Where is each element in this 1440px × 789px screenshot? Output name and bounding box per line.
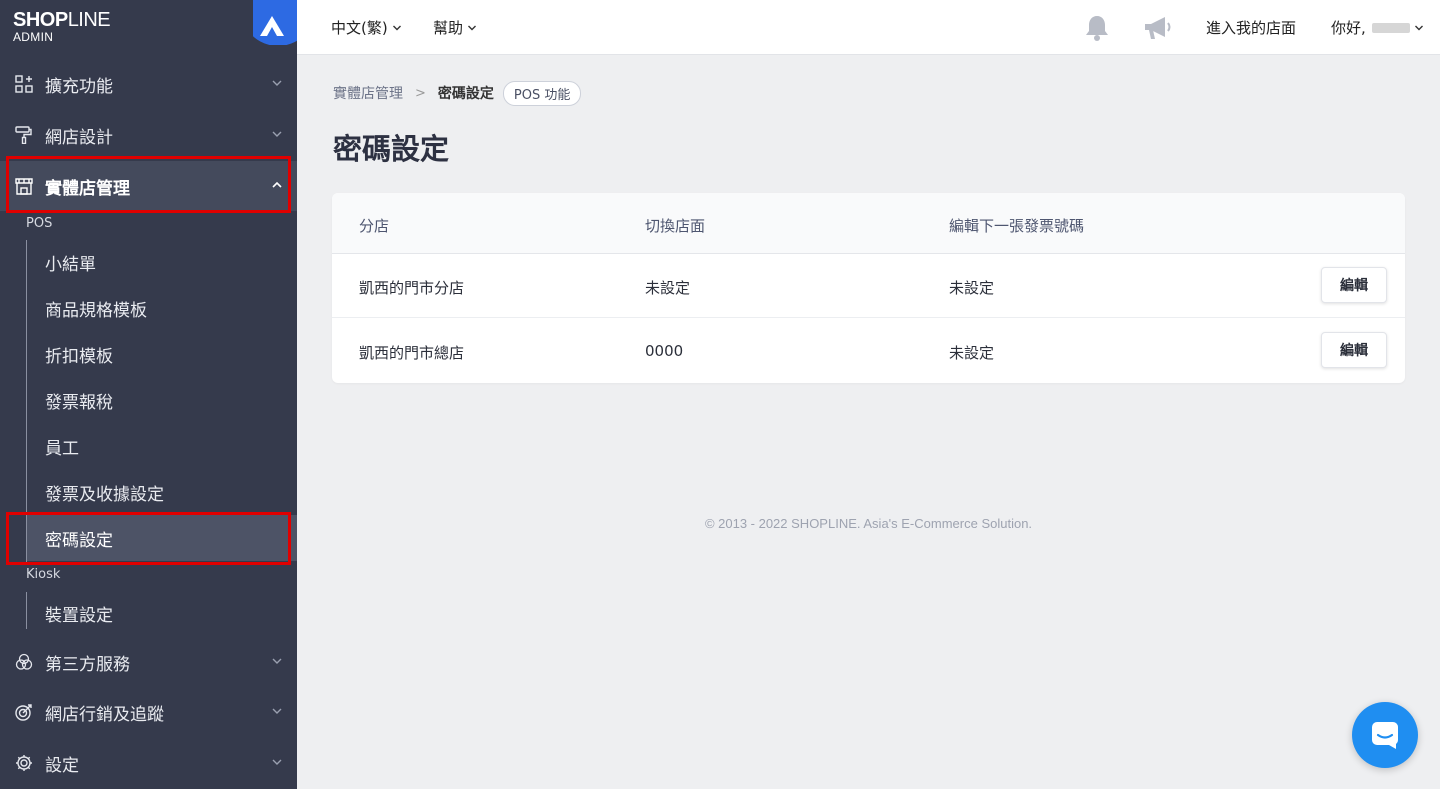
sidebar-subitem-staff[interactable]: 員工 xyxy=(27,423,297,469)
cell-next-invoice: 未設定 xyxy=(949,344,995,362)
page-title: 密碼設定 xyxy=(333,132,450,166)
sidebar-item-retail-store[interactable]: 實體店管理 xyxy=(0,161,297,211)
column-header-branch: 分店 xyxy=(359,217,390,235)
brand-logo[interactable]: SHOPLINE ADMIN xyxy=(13,9,111,44)
sidebar-item-marketing-tracking[interactable]: 網店行銷及追蹤 xyxy=(0,687,297,737)
chevron-down-icon xyxy=(272,759,282,765)
cell-branch: 凱西的門市分店 xyxy=(359,279,465,297)
cell-next-invoice: 未設定 xyxy=(949,279,995,297)
greeting-label: 你好, xyxy=(1331,19,1366,37)
sidebar-item-label: 擴充功能 xyxy=(45,76,113,97)
table-row: 凱西的門市總店 0000 未設定 編輯 xyxy=(332,319,1405,383)
edit-button[interactable]: 編輯 xyxy=(1321,332,1387,368)
sidebar-item-label: 第三方服務 xyxy=(45,654,130,675)
branch-table: 分店 切換店面 編輯下一張發票號碼 凱西的門市分店 未設定 未設定 編輯 凱西的… xyxy=(332,193,1405,383)
breadcrumb-parent[interactable]: 實體店管理 xyxy=(333,83,403,103)
sidebar-subitem-invoice-receipt-settings[interactable]: 發票及收據設定 xyxy=(27,469,297,515)
help-label: 幫助 xyxy=(433,19,464,37)
kiosk-section-label: Kiosk xyxy=(26,567,61,582)
pos-feature-badge: POS 功能 xyxy=(502,80,582,106)
sidebar-subitem-password-settings[interactable]: 密碼設定 xyxy=(27,515,297,561)
sidebar-item-label: 設定 xyxy=(45,755,79,776)
breadcrumb: 實體店管理 > 密碼設定 POS 功能 xyxy=(333,80,582,106)
chevron-down-icon xyxy=(272,708,282,714)
circles-icon xyxy=(14,652,34,672)
logo-admin: ADMIN xyxy=(13,30,54,44)
gear-icon xyxy=(14,753,34,773)
chat-launcher-button[interactable] xyxy=(1352,702,1418,768)
sidebar-item-label: 網店設計 xyxy=(45,127,113,148)
cell-switch-store: 0000 xyxy=(645,342,684,360)
logo-light: LINE xyxy=(67,9,111,31)
megaphone-icon[interactable] xyxy=(1143,15,1173,41)
chevron-down-icon xyxy=(468,25,477,30)
table-header: 分店 切換店面 編輯下一張發票號碼 xyxy=(332,193,1405,254)
sidebar-subitem-receipt[interactable]: 小結單 xyxy=(27,239,297,285)
paint-roller-icon xyxy=(14,125,34,145)
username-redacted xyxy=(1371,22,1410,33)
table-row: 凱西的門市分店 未設定 未設定 編輯 xyxy=(332,254,1405,318)
target-icon xyxy=(14,702,34,722)
sidebar-item-settings[interactable]: 設定 xyxy=(0,738,297,788)
cell-branch: 凱西的門市總店 xyxy=(359,344,465,362)
sidebar-item-extensions[interactable]: 擴充功能 xyxy=(0,59,297,109)
edit-button[interactable]: 編輯 xyxy=(1321,267,1387,303)
breadcrumb-current: 密碼設定 xyxy=(437,86,494,102)
user-menu[interactable]: 你好, xyxy=(1331,17,1424,38)
copyright-footer: © 2013 - 2022 SHOPLINE. Asia's E-Commerc… xyxy=(704,516,1033,531)
sidebar-item-label: 網店行銷及追蹤 xyxy=(45,704,164,725)
column-header-next-invoice: 編輯下一張發票號碼 xyxy=(949,217,1085,235)
shopline-mark-icon xyxy=(260,16,284,36)
chevron-up-icon xyxy=(272,181,282,188)
sidebar-subitem-invoice-tax[interactable]: 發票報稅 xyxy=(27,377,297,423)
sidebar-subitem-discount-template[interactable]: 折扣模板 xyxy=(27,331,297,377)
store-icon xyxy=(14,176,34,196)
cell-switch-store: 未設定 xyxy=(645,279,691,297)
sidebar-subitem-device-settings[interactable]: 裝置設定 xyxy=(27,590,297,636)
sidebar-item-store-design[interactable]: 網店設計 xyxy=(0,110,297,160)
sidebar-item-label: 實體店管理 xyxy=(45,178,130,199)
sidebar-subitem-variation-template[interactable]: 商品規格模板 xyxy=(27,285,297,331)
enter-store-link[interactable]: 進入我的店面 xyxy=(1206,17,1296,38)
breadcrumb-separator-icon: > xyxy=(415,85,426,101)
brand-badge xyxy=(253,0,297,45)
language-dropdown[interactable]: 中文(繁) xyxy=(331,17,402,38)
sidebar: SHOPLINE ADMIN 擴充功能 網店設計 實體店管理 POS 小結單 商… xyxy=(0,0,297,789)
logo-bold: SHOP xyxy=(13,9,68,31)
chevron-down-icon xyxy=(392,25,401,30)
pos-section-label: POS xyxy=(26,216,53,231)
sidebar-item-third-party[interactable]: 第三方服務 xyxy=(0,637,297,687)
chevron-down-icon xyxy=(1414,25,1423,30)
chevron-down-icon xyxy=(272,658,282,664)
apps-icon xyxy=(14,74,34,94)
help-dropdown[interactable]: 幫助 xyxy=(433,17,477,38)
chevron-down-icon xyxy=(272,80,282,86)
chevron-down-icon xyxy=(272,131,282,137)
topbar: 中文(繁) 幫助 進入我的店面 你好, xyxy=(297,0,1440,55)
language-label: 中文(繁) xyxy=(331,19,388,37)
bell-icon[interactable] xyxy=(1084,14,1110,42)
chat-icon xyxy=(1372,722,1398,749)
column-header-switch-store: 切換店面 xyxy=(645,217,706,235)
